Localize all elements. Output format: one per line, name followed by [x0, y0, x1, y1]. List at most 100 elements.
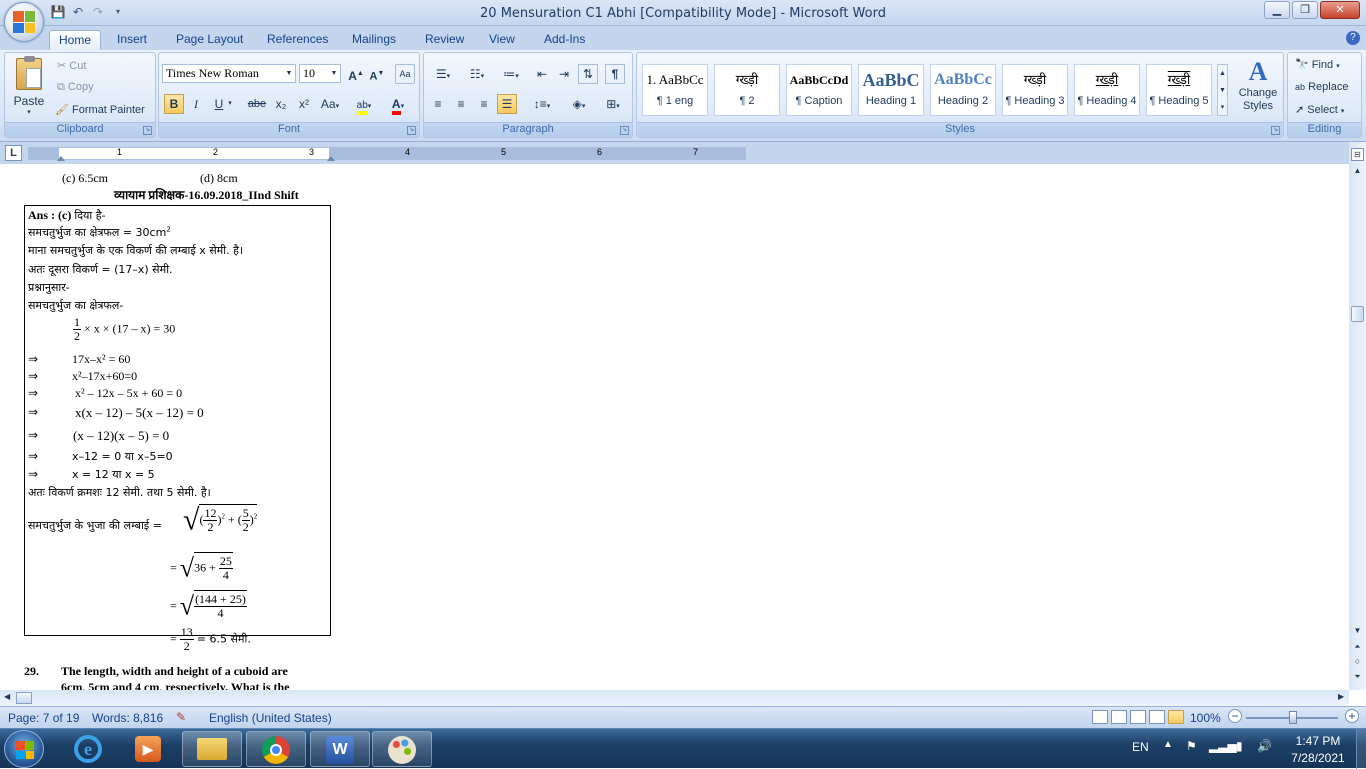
outline-icon[interactable] — [1149, 710, 1165, 724]
tab-insert[interactable]: Insert — [108, 30, 156, 50]
italic-button[interactable]: I — [186, 94, 206, 114]
numbering-button[interactable]: ☷▾ — [462, 64, 492, 84]
taskbar-paint[interactable] — [372, 731, 432, 767]
zoom-in-icon[interactable]: + — [1345, 709, 1359, 723]
page-count[interactable]: Page: 7 of 19 — [8, 711, 79, 725]
battery-icon[interactable]: ▮ — [1236, 739, 1243, 753]
maximize-button[interactable]: ❐ — [1292, 1, 1318, 19]
horizontal-ruler[interactable]: 1 2 3 4 5 6 7 — [28, 147, 746, 161]
previous-page-icon[interactable]: ⏶ — [1351, 642, 1364, 652]
grow-font-button[interactable]: A▲ — [346, 64, 366, 84]
web-layout-icon[interactable] — [1130, 710, 1146, 724]
bold-button[interactable]: B — [164, 94, 184, 114]
network-signal-icon[interactable]: ▂▃▅ — [1209, 739, 1237, 753]
justify-button[interactable]: ☰ — [497, 94, 517, 114]
full-screen-reading-icon[interactable] — [1111, 710, 1127, 724]
align-center-button[interactable]: ≡ — [451, 94, 471, 114]
replace-button[interactable]: ab Replace — [1295, 81, 1348, 93]
highlight-button[interactable]: ab▾ — [349, 94, 379, 115]
tab-add-ins[interactable]: Add-Ins — [535, 30, 594, 50]
help-icon[interactable]: ? — [1346, 31, 1360, 45]
show-desktop-button[interactable] — [1356, 729, 1366, 769]
show-hide-button[interactable]: ¶ — [605, 64, 625, 84]
tab-selector-button[interactable]: L — [5, 145, 22, 161]
draft-icon[interactable] — [1168, 710, 1184, 724]
tab-page-layout[interactable]: Page Layout — [167, 30, 252, 50]
vertical-scrollbar[interactable]: ⊟ ▲ ▼ ⏶ ○ ⏷ — [1349, 142, 1366, 690]
browse-object-icon[interactable]: ○ — [1351, 656, 1364, 666]
paragraph-launcher-icon[interactable]: ↘ — [620, 126, 629, 135]
change-case-button[interactable]: Aa▾ — [316, 94, 344, 114]
style-1-eng[interactable]: 1. AaBbCc ¶ 1 eng — [642, 64, 708, 116]
start-button[interactable] — [4, 730, 44, 768]
scroll-right-icon[interactable]: ▶ — [1338, 692, 1344, 701]
office-button[interactable] — [4, 2, 44, 42]
scroll-up-icon[interactable]: ▲ — [1351, 166, 1364, 175]
taskbar-media-player[interactable]: ▶ — [118, 731, 178, 767]
show-hidden-icons-icon[interactable]: ▲ — [1163, 739, 1173, 750]
volume-icon[interactable]: 🔊 — [1257, 739, 1272, 753]
style-heading-5[interactable]: ग्ख्ड़ी ¶ Heading 5 — [1146, 64, 1212, 116]
scroll-thumb[interactable] — [16, 692, 32, 704]
proofing-icon[interactable]: ✎ — [176, 710, 186, 724]
scroll-left-icon[interactable]: ◀ — [4, 692, 10, 701]
increase-indent-button[interactable]: ⇥ — [554, 64, 574, 84]
font-launcher-icon[interactable]: ↘ — [407, 126, 416, 135]
font-family-select[interactable]: Times New Roman ▼ — [162, 64, 296, 83]
document-page[interactable]: (c) 6.5cm (d) 8cm व्यायाम प्रशिक्षक-16.0… — [0, 164, 1349, 690]
style-heading-4[interactable]: ग्ख्ड़ी ¶ Heading 4 — [1074, 64, 1140, 116]
scroll-down-icon[interactable]: ▼ — [1351, 626, 1364, 635]
tab-mailings[interactable]: Mailings — [343, 30, 405, 50]
styles-launcher-icon[interactable]: ↘ — [1271, 126, 1280, 135]
shrink-font-button[interactable]: A▼ — [367, 64, 387, 84]
find-button[interactable]: 🔭 Find ▾ — [1295, 58, 1340, 71]
bullets-button[interactable]: ☰▾ — [428, 64, 458, 84]
sort-button[interactable]: ⇅ — [578, 64, 598, 84]
next-page-icon[interactable]: ⏷ — [1351, 672, 1364, 682]
borders-button[interactable]: ⊞▾ — [598, 94, 628, 114]
clipboard-launcher-icon[interactable]: ↘ — [143, 126, 152, 135]
style-heading-1[interactable]: AaBbC Heading 1 — [858, 64, 924, 116]
align-left-button[interactable]: ≡ — [428, 94, 448, 114]
taskbar-chrome[interactable] — [246, 731, 306, 767]
style-heading-2[interactable]: AaBbCc Heading 2 — [930, 64, 996, 116]
select-button[interactable]: ➚ Select ▾ — [1295, 103, 1344, 116]
font-size-select[interactable]: 10 ▼ — [299, 64, 341, 83]
format-painter-button[interactable]: 🖌 Format Painter — [55, 103, 145, 116]
minimize-button[interactable]: ▁ — [1264, 1, 1290, 19]
zoom-level[interactable]: 100% — [1190, 711, 1221, 725]
multilevel-list-button[interactable]: ≔▾ — [496, 64, 526, 84]
language-tray[interactable]: EN — [1132, 740, 1149, 754]
action-center-flag-icon[interactable]: ⚑ — [1186, 739, 1197, 753]
paste-button[interactable]: Paste ▾ — [9, 56, 49, 120]
shading-button[interactable]: ◈▾ — [564, 94, 594, 114]
subscript-button[interactable]: x₂ — [271, 94, 291, 114]
change-styles-button[interactable]: A Change Styles — [1235, 57, 1281, 121]
horizontal-scrollbar[interactable]: ◀ ▶ — [0, 690, 1349, 706]
font-color-button[interactable]: A▾ — [383, 94, 413, 115]
taskbar-file-explorer[interactable] — [182, 731, 242, 767]
language-indicator[interactable]: English (United States) — [209, 711, 332, 725]
align-right-button[interactable]: ≡ — [474, 94, 494, 114]
style-2[interactable]: ग्ख्ड़ी ¶ 2 — [714, 64, 780, 116]
right-indent-marker[interactable] — [327, 156, 335, 161]
tab-view[interactable]: View — [480, 30, 524, 50]
style-heading-3[interactable]: ग्ख्ड़ी ¶ Heading 3 — [1002, 64, 1068, 116]
tab-references[interactable]: References — [258, 30, 337, 50]
clear-formatting-button[interactable]: Aа — [395, 64, 415, 84]
clock-date[interactable]: 7/28/2021 — [1285, 751, 1351, 765]
ruler-toggle-icon[interactable]: ⊟ — [1351, 148, 1364, 161]
close-button[interactable]: ✕ — [1320, 1, 1360, 19]
chevron-down-icon[interactable]: ▾ — [225, 94, 235, 114]
tab-review[interactable]: Review — [416, 30, 473, 50]
copy-button[interactable]: ⧉ Copy — [57, 81, 94, 94]
zoom-out-icon[interactable]: − — [1228, 709, 1242, 723]
strikethrough-button[interactable]: abe — [245, 94, 269, 114]
zoom-slider-thumb[interactable] — [1289, 711, 1297, 724]
scroll-thumb[interactable] — [1351, 306, 1364, 322]
decrease-indent-button[interactable]: ⇤ — [532, 64, 552, 84]
style-caption[interactable]: AaBbCcDd ¶ Caption — [786, 64, 852, 116]
word-count[interactable]: Words: 8,816 — [92, 711, 163, 725]
cut-button[interactable]: ✂ Cut — [57, 59, 86, 72]
left-indent-marker[interactable] — [57, 156, 65, 161]
